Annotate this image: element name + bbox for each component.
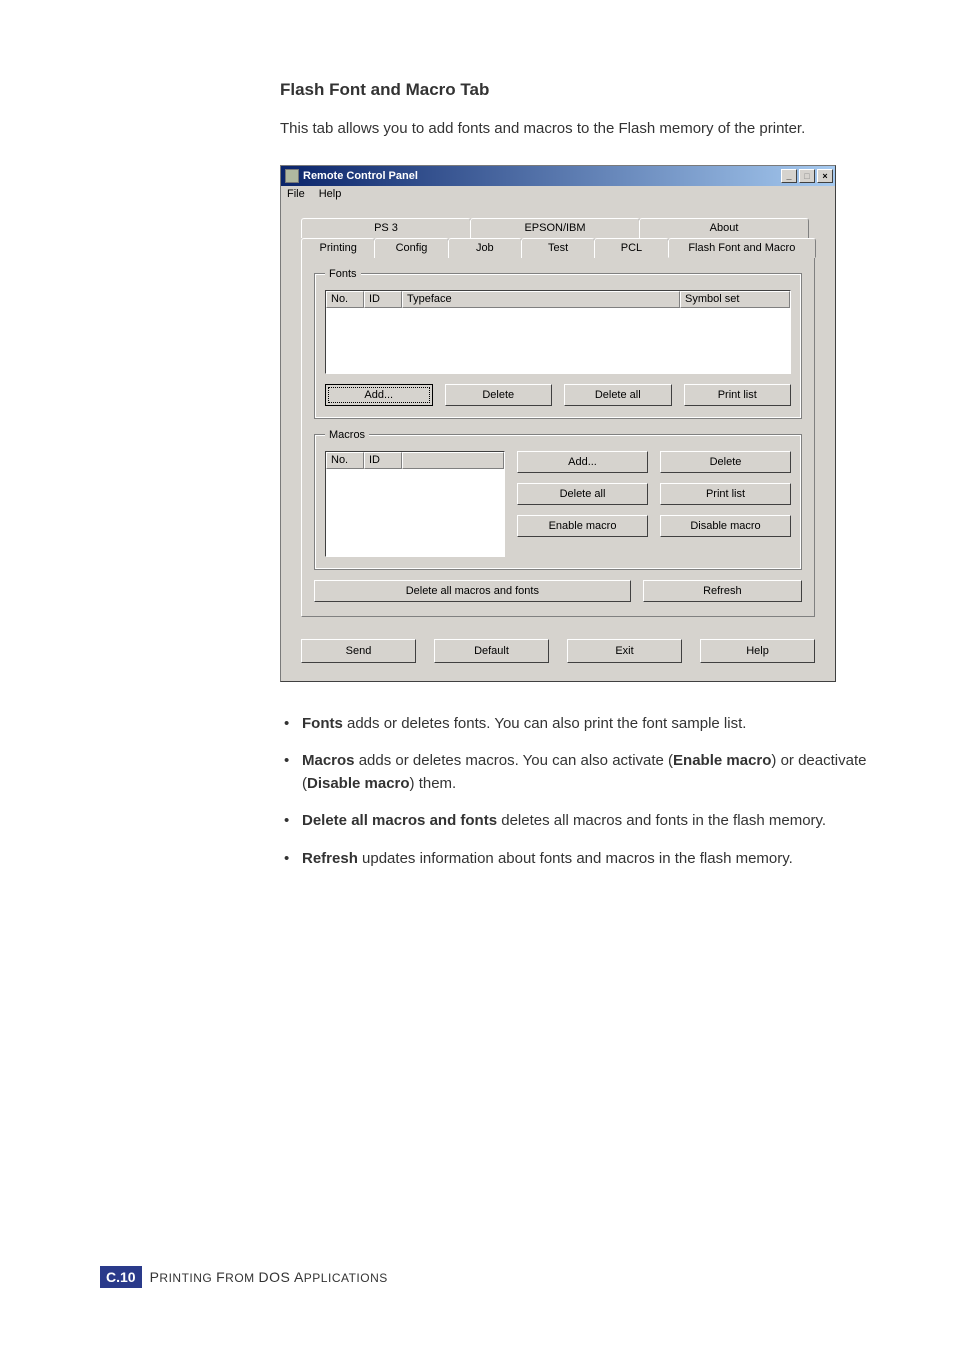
tab-epson-ibm[interactable]: EPSON/IBM	[470, 218, 640, 238]
macros-disable-button[interactable]: Disable macro	[660, 515, 791, 537]
tab-pcl[interactable]: PCL	[594, 238, 668, 258]
fonts-delete-all-button[interactable]: Delete all	[564, 384, 672, 406]
refresh-button[interactable]: Refresh	[643, 580, 802, 602]
fonts-col-symbolset[interactable]: Symbol set	[680, 291, 790, 308]
fonts-delete-button[interactable]: Delete	[445, 384, 553, 406]
tab-flash-font-macro[interactable]: Flash Font and Macro	[668, 238, 816, 258]
macros-delete-all-button[interactable]: Delete all	[517, 483, 648, 505]
screenshot-window: Remote Control Panel _ □ × File Help PS …	[280, 165, 836, 682]
intro-text: This tab allows you to add fonts and mac…	[280, 118, 894, 141]
title-bar: Remote Control Panel _ □ ×	[281, 166, 835, 186]
close-button[interactable]: ×	[817, 169, 833, 183]
default-button[interactable]: Default	[434, 639, 549, 663]
bullet-refresh: Refresh updates information about fonts …	[280, 847, 894, 870]
maximize-button[interactable]: □	[799, 169, 815, 183]
macros-group: Macros No. ID	[314, 429, 802, 570]
macros-delete-button[interactable]: Delete	[660, 451, 791, 473]
macros-print-list-button[interactable]: Print list	[660, 483, 791, 505]
macros-col-id[interactable]: ID	[364, 452, 402, 469]
bullet-macros: Macros adds or deletes macros. You can a…	[280, 749, 894, 796]
menu-bar: File Help	[281, 186, 835, 202]
help-button[interactable]: Help	[700, 639, 815, 663]
fonts-list[interactable]: No. ID Typeface Symbol set	[325, 290, 791, 374]
delete-all-macros-fonts-button[interactable]: Delete all macros and fonts	[314, 580, 631, 602]
tab-test[interactable]: Test	[521, 238, 595, 258]
macros-col-blank[interactable]	[402, 452, 504, 469]
window-title: Remote Control Panel	[303, 170, 779, 182]
send-button[interactable]: Send	[301, 639, 416, 663]
bullet-list: Fonts adds or deletes fonts. You can als…	[280, 712, 894, 870]
fonts-col-typeface[interactable]: Typeface	[402, 291, 680, 308]
page-footer: C.10 PRINTING FROM DOS APPLICATIONS	[100, 1266, 388, 1288]
tab-job[interactable]: Job	[448, 238, 522, 258]
section-heading: Flash Font and Macro Tab	[280, 80, 894, 100]
tab-printing[interactable]: Printing	[301, 238, 375, 258]
tab-ps3[interactable]: PS 3	[301, 218, 471, 238]
bullet-fonts: Fonts adds or deletes fonts. You can als…	[280, 712, 894, 735]
app-icon	[285, 169, 299, 183]
tab-config[interactable]: Config	[374, 238, 448, 258]
menu-help[interactable]: Help	[319, 188, 342, 200]
page-number-badge: C.10	[100, 1266, 142, 1288]
fonts-legend: Fonts	[325, 268, 361, 280]
macros-legend: Macros	[325, 429, 369, 441]
macros-add-button[interactable]: Add...	[517, 451, 648, 473]
fonts-col-id[interactable]: ID	[364, 291, 402, 308]
fonts-print-list-button[interactable]: Print list	[684, 384, 792, 406]
fonts-col-no[interactable]: No.	[326, 291, 364, 308]
fonts-group: Fonts No. ID Typeface Symbol set Add...	[314, 268, 802, 419]
minimize-button[interactable]: _	[781, 169, 797, 183]
macros-list[interactable]: No. ID	[325, 451, 505, 557]
exit-button[interactable]: Exit	[567, 639, 682, 663]
macros-col-no[interactable]: No.	[326, 452, 364, 469]
tab-about[interactable]: About	[639, 218, 809, 238]
macros-enable-button[interactable]: Enable macro	[517, 515, 648, 537]
menu-file[interactable]: File	[287, 188, 305, 200]
bullet-delete-all: Delete all macros and fonts deletes all …	[280, 809, 894, 832]
fonts-add-button[interactable]: Add...	[325, 384, 433, 406]
footer-text: PRINTING FROM DOS APPLICATIONS	[150, 1269, 388, 1285]
